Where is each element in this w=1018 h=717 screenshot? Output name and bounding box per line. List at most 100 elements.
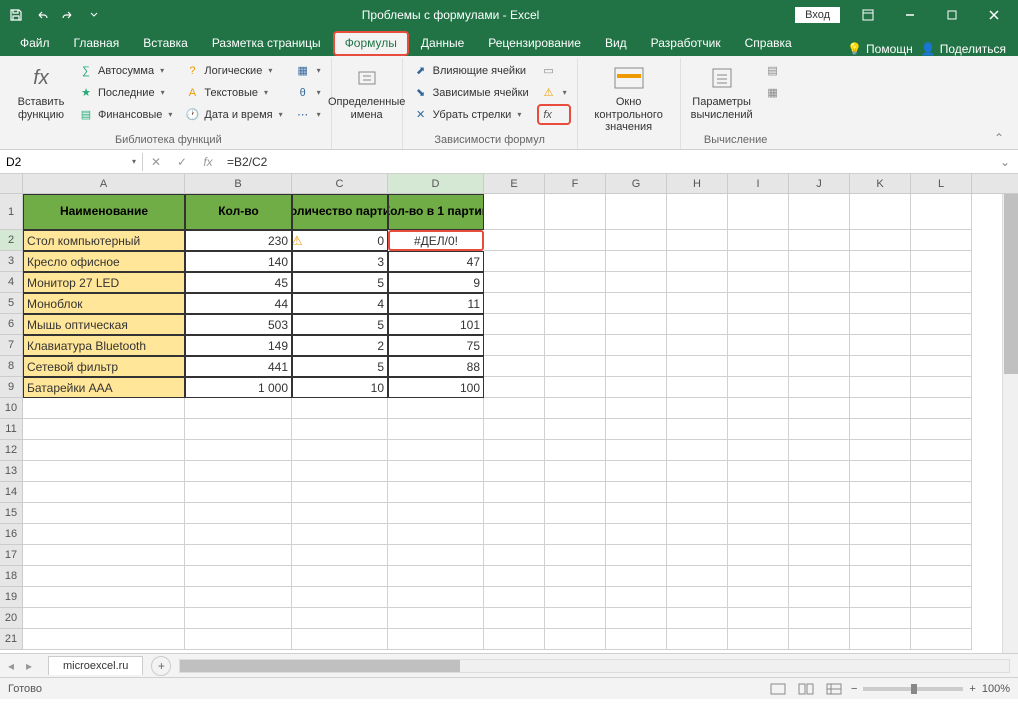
cell[interactable] (388, 587, 484, 608)
row-header-20[interactable]: 20 (0, 608, 23, 629)
cell[interactable] (728, 398, 789, 419)
cell[interactable] (484, 398, 545, 419)
cell[interactable] (292, 482, 388, 503)
cell[interactable] (667, 419, 728, 440)
undo-button[interactable] (30, 3, 54, 27)
cell[interactable] (185, 419, 292, 440)
autosum-button[interactable]: ∑Автосумма▾ (74, 60, 176, 81)
tell-me-button[interactable]: 💡Помощн (847, 42, 913, 56)
cell[interactable] (23, 629, 185, 650)
sheet-nav-next[interactable]: ▸ (26, 659, 40, 673)
row-header-15[interactable]: 15 (0, 503, 23, 524)
cell[interactable] (388, 524, 484, 545)
cell-a3[interactable]: Кресло офисное (23, 251, 185, 272)
cell[interactable] (185, 608, 292, 629)
cell[interactable] (185, 566, 292, 587)
calc-sheet-button[interactable]: ▦ (761, 82, 785, 103)
cell[interactable] (388, 608, 484, 629)
cell[interactable] (667, 293, 728, 314)
cell-a4[interactable]: Монитор 27 LED (23, 272, 185, 293)
cell[interactable] (911, 230, 972, 251)
cell[interactable] (728, 608, 789, 629)
zoom-out-button[interactable]: − (851, 683, 857, 695)
cell[interactable] (728, 524, 789, 545)
cell[interactable] (850, 377, 911, 398)
cell[interactable] (667, 194, 728, 230)
cell-d2[interactable]: #ДЕЛ/0! (388, 230, 484, 251)
zoom-in-button[interactable]: + (969, 683, 975, 695)
qat-customize-icon[interactable] (82, 3, 106, 27)
cell[interactable] (606, 608, 667, 629)
share-button[interactable]: 👤Поделиться (921, 42, 1006, 56)
scroll-thumb[interactable] (180, 660, 460, 672)
chevron-down-icon[interactable]: ▾ (132, 157, 136, 166)
cell[interactable] (789, 524, 850, 545)
cell[interactable] (606, 419, 667, 440)
cell[interactable] (484, 335, 545, 356)
cell[interactable] (789, 356, 850, 377)
row-header-2[interactable]: 2 (0, 230, 23, 251)
row-header-19[interactable]: 19 (0, 587, 23, 608)
cell[interactable] (850, 293, 911, 314)
cell[interactable] (606, 440, 667, 461)
tab-file[interactable]: Файл (8, 31, 62, 56)
cell[interactable] (484, 251, 545, 272)
row-header-17[interactable]: 17 (0, 545, 23, 566)
cell[interactable] (545, 566, 606, 587)
sheet-tab[interactable]: microexcel.ru (48, 656, 143, 675)
cell[interactable] (728, 230, 789, 251)
cell-a6[interactable]: Мышь оптическая (23, 314, 185, 335)
cell[interactable] (667, 629, 728, 650)
name-box-input[interactable] (6, 155, 130, 169)
cell[interactable] (667, 545, 728, 566)
row-header-10[interactable]: 10 (0, 398, 23, 419)
cell[interactable] (789, 314, 850, 335)
vertical-scrollbar[interactable] (1002, 194, 1018, 653)
cell[interactable] (850, 335, 911, 356)
row-header-3[interactable]: 3 (0, 251, 23, 272)
cell[interactable] (606, 629, 667, 650)
view-pagebreak-button[interactable] (823, 680, 845, 698)
cell[interactable] (667, 566, 728, 587)
cell[interactable] (728, 545, 789, 566)
cell[interactable] (388, 629, 484, 650)
save-button[interactable] (4, 3, 28, 27)
cell[interactable] (545, 230, 606, 251)
cell[interactable] (484, 545, 545, 566)
cell[interactable] (789, 419, 850, 440)
cell[interactable] (388, 398, 484, 419)
cell[interactable] (728, 566, 789, 587)
cell[interactable] (728, 335, 789, 356)
cell[interactable] (606, 194, 667, 230)
cell[interactable] (728, 440, 789, 461)
column-header-J[interactable]: J (789, 174, 850, 193)
cell[interactable] (545, 440, 606, 461)
close-button[interactable] (974, 1, 1014, 29)
cell[interactable] (185, 545, 292, 566)
row-header-1[interactable]: 1 (0, 194, 23, 230)
cell[interactable] (911, 587, 972, 608)
tab-data[interactable]: Данные (409, 31, 476, 56)
name-box[interactable]: ▾ (0, 153, 143, 171)
cell-d5[interactable]: 11 (388, 293, 484, 314)
cell[interactable] (23, 587, 185, 608)
cell[interactable] (911, 377, 972, 398)
cell[interactable] (728, 194, 789, 230)
cell-a8[interactable]: Сетевой фильтр (23, 356, 185, 377)
cell[interactable] (545, 194, 606, 230)
cell[interactable] (484, 629, 545, 650)
cell[interactable] (911, 629, 972, 650)
cell[interactable] (728, 314, 789, 335)
select-all-corner[interactable] (0, 174, 23, 193)
cell[interactable] (728, 377, 789, 398)
cell-b5[interactable]: 44 (185, 293, 292, 314)
recent-button[interactable]: ★Последние▾ (74, 82, 176, 103)
header-cell[interactable]: Кол-во (185, 194, 292, 230)
cell-a9[interactable]: Батарейки ААА (23, 377, 185, 398)
cell-c9[interactable]: 10 (292, 377, 388, 398)
datetime-button[interactable]: 🕐Дата и время▾ (180, 104, 286, 125)
login-button[interactable]: Вход (795, 7, 840, 23)
cell[interactable] (545, 335, 606, 356)
cell[interactable] (667, 461, 728, 482)
column-header-E[interactable]: E (484, 174, 545, 193)
